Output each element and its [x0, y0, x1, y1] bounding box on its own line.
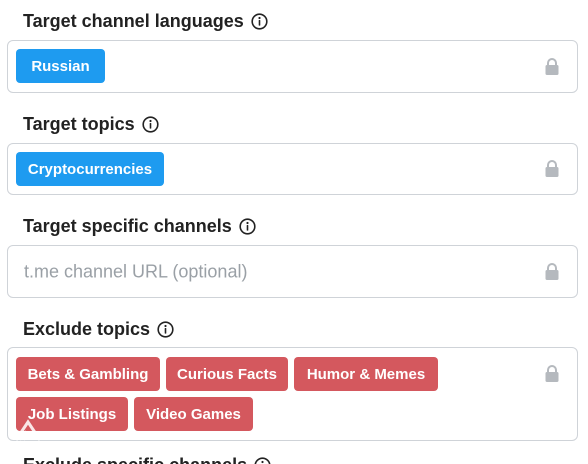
lock-icon — [544, 262, 560, 282]
chip-curious-facts[interactable]: Curious Facts — [166, 357, 288, 391]
label-text: Target channel languages — [23, 11, 244, 31]
lock-icon — [544, 364, 560, 384]
section-label-exclude-channels: Exclude specific channels — [23, 456, 271, 464]
chip-cryptocurrencies[interactable]: Cryptocurrencies — [16, 152, 164, 186]
chip-russian[interactable]: Russian — [16, 49, 105, 83]
label-text: Exclude topics — [23, 319, 151, 339]
lock-icon — [544, 159, 560, 179]
label-text: Target topics — [23, 114, 135, 134]
info-icon[interactable] — [157, 320, 174, 338]
chip-video-games[interactable]: Video Games — [134, 397, 253, 431]
section-label-exclude-topics: Exclude topics — [23, 320, 174, 338]
chip-bets-gambling[interactable]: Bets & Gambling — [16, 357, 160, 391]
targeting-form: Target channel languages Russian Target … — [0, 0, 588, 464]
watermark-icon — [14, 419, 42, 441]
info-icon[interactable] — [254, 456, 271, 464]
chip-humor-memes[interactable]: Humor & Memes — [294, 357, 438, 391]
channel-url-input[interactable]: t.me channel URL (optional) — [7, 245, 578, 298]
section-label-specific-channels: Target specific channels — [23, 217, 256, 235]
label-text: Exclude specific channels — [23, 456, 247, 464]
info-icon[interactable] — [142, 115, 159, 133]
channel-url-placeholder: t.me channel URL (optional) — [24, 261, 248, 281]
languages-field[interactable]: Russian — [7, 40, 578, 93]
info-icon[interactable] — [251, 12, 268, 30]
topics-field[interactable]: Cryptocurrencies — [7, 143, 578, 195]
label-text: Target specific channels — [23, 216, 232, 236]
info-icon[interactable] — [239, 217, 256, 235]
section-label-languages: Target channel languages — [23, 12, 268, 30]
section-label-topics: Target topics — [23, 115, 159, 133]
exclude-topics-field[interactable]: Bets & Gambling Curious Facts Humor & Me… — [7, 347, 578, 441]
lock-icon — [544, 57, 560, 77]
